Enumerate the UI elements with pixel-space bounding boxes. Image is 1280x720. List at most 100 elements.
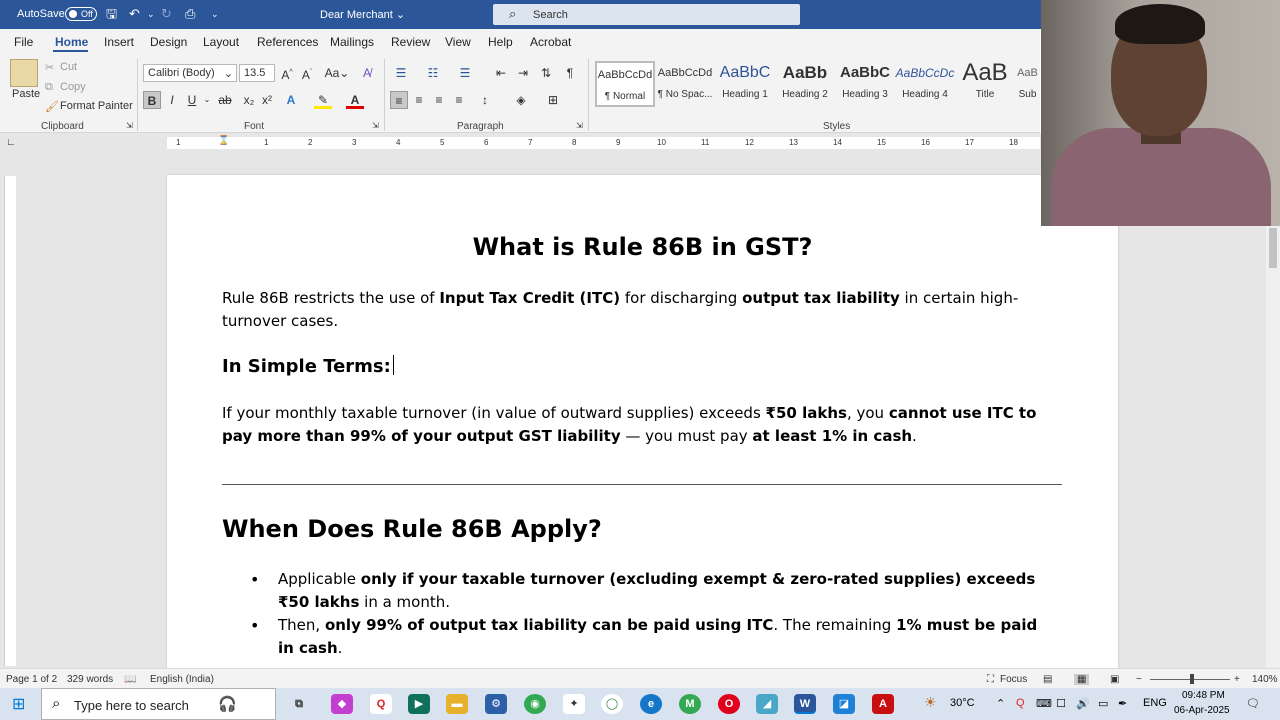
opera-icon[interactable]: O	[718, 694, 740, 714]
multilevel-list-icon[interactable]: ☰	[456, 64, 474, 82]
format-painter-icon[interactable]: 🖌	[45, 100, 59, 113]
windows-start-icon[interactable]: ⊞	[12, 694, 25, 714]
subscript-button[interactable]: x₂	[240, 91, 258, 109]
font-launcher-icon[interactable]: ⇲	[372, 121, 379, 130]
undo-dropdown-icon[interactable]: ⌄	[147, 6, 155, 22]
align-right-button[interactable]: ≡	[430, 91, 448, 109]
focus-icon[interactable]: ⛶	[987, 674, 994, 685]
font-color-icon[interactable]: A	[346, 91, 364, 109]
vertical-scrollbar[interactable]	[1266, 226, 1280, 668]
font-size-select[interactable]: 13.5	[239, 64, 275, 82]
language-indicator[interactable]: English (India)	[150, 674, 214, 685]
style-title[interactable]: AaB Title	[955, 61, 1015, 107]
undo-icon[interactable]: ↶	[129, 6, 140, 22]
proofing-icon[interactable]: 📖	[124, 674, 136, 685]
tab-mailings[interactable]: Mailings	[330, 35, 374, 49]
chrome-icon[interactable]: ◉	[524, 694, 546, 714]
print-layout-icon[interactable]: ▦	[1074, 674, 1090, 685]
clock-date[interactable]: 06-Apr-2025	[1174, 705, 1230, 716]
focus-label[interactable]: Focus	[1000, 674, 1027, 685]
tab-layout[interactable]: Layout	[203, 35, 239, 49]
tray-app-icon[interactable]: Q	[1016, 697, 1025, 709]
language-tray[interactable]: ENG	[1143, 697, 1167, 709]
line-spacing-icon[interactable]: ↕	[476, 91, 494, 109]
paste-icon[interactable]	[10, 59, 38, 87]
clock-time[interactable]: 09:48 PM	[1182, 690, 1225, 701]
zoom-out-icon[interactable]: −	[1136, 674, 1142, 685]
autosave-toggle[interactable]: Off	[65, 7, 97, 21]
tab-view[interactable]: View	[445, 35, 471, 49]
sort-icon[interactable]: ⇅	[537, 64, 555, 82]
cut-label[interactable]: Cut	[60, 61, 77, 73]
copilot-app-icon[interactable]: ◆	[331, 694, 353, 714]
list-item[interactable]: Then, only 99% of output tax liability c…	[250, 614, 1050, 660]
zoom-in-icon[interactable]: +	[1234, 674, 1240, 685]
bullets-icon[interactable]: ☰	[392, 64, 410, 82]
task-view-icon[interactable]: ⧉	[288, 694, 310, 714]
style-normal[interactable]: AaBbCcDd ¶ Normal	[595, 61, 655, 107]
tab-review[interactable]: Review	[391, 35, 430, 49]
app-settings-icon[interactable]: ⚙	[485, 694, 507, 714]
text-effects-icon[interactable]: A	[282, 91, 300, 109]
borders-icon[interactable]: ⊞	[544, 91, 562, 109]
document-page[interactable]: What is Rule 86B in GST? Rule 86B restri…	[167, 175, 1118, 668]
customize-toolbar-icon[interactable]: ⌄	[211, 6, 219, 22]
chrome-profile-icon[interactable]: M	[679, 694, 701, 714]
clipboard-launcher-icon[interactable]: ⇲	[126, 121, 133, 130]
weather-icon[interactable]: ☀	[924, 694, 937, 711]
justify-button[interactable]: ≡	[450, 91, 468, 109]
document-title[interactable]: Dear Merchant ⌄	[320, 8, 405, 21]
app-green-icon[interactable]: ▶	[408, 694, 430, 714]
redo-icon[interactable]: ↻	[161, 6, 172, 22]
print-icon[interactable]: ⎙	[185, 6, 195, 22]
indent-marker-icon[interactable]: ⌛	[218, 135, 229, 146]
strikethrough-button[interactable]: ab	[216, 91, 234, 109]
style-heading-2[interactable]: AaBb Heading 2	[775, 61, 835, 107]
copy-label[interactable]: Copy	[60, 81, 86, 93]
cut-icon[interactable]: ✂	[45, 61, 54, 74]
format-painter-label[interactable]: Format Painter	[60, 100, 133, 112]
file-explorer-icon[interactable]: ▬	[446, 694, 468, 714]
tab-insert[interactable]: Insert	[104, 35, 134, 49]
tab-help[interactable]: Help	[488, 35, 513, 49]
notifications-icon[interactable]: 🗨	[1246, 697, 1260, 710]
list-item[interactable]: Applicable only if your taxable turnover…	[250, 568, 1050, 614]
intro-paragraph[interactable]: Rule 86B restricts the use of Input Tax …	[222, 287, 1062, 333]
style-heading-4[interactable]: AaBbCcDc Heading 4	[895, 61, 955, 107]
paragraph-launcher-icon[interactable]: ⇲	[576, 121, 583, 130]
tab-selector-icon[interactable]: ∟	[6, 137, 16, 148]
apply-heading[interactable]: When Does Rule 86B Apply?	[222, 515, 602, 543]
zoom-level[interactable]: 140%	[1252, 674, 1278, 685]
network-icon[interactable]: ☐	[1056, 697, 1066, 710]
clear-formatting-icon[interactable]: A̸	[358, 64, 376, 82]
superscript-button[interactable]: x²	[258, 91, 276, 109]
tray-device-icon[interactable]: ⌨	[1036, 697, 1052, 710]
font-family-select[interactable]: Calibri (Body) ⌄	[143, 64, 237, 82]
style-heading-3[interactable]: AaBbC Heading 3	[835, 61, 895, 107]
grow-font-icon[interactable]: A^	[278, 64, 296, 82]
change-case-icon[interactable]: Aa⌄	[324, 64, 350, 82]
taskbar-search[interactable]: ⌕ Type here to search 🎧	[41, 688, 276, 720]
web-layout-icon[interactable]: ▣	[1110, 674, 1119, 685]
tab-file[interactable]: File	[14, 35, 33, 49]
italic-button[interactable]: I	[163, 91, 181, 109]
tab-references[interactable]: References	[257, 35, 318, 49]
style-no-spacing[interactable]: AaBbCcDd ¶ No Spac...	[655, 61, 715, 107]
search-box[interactable]: ⌕ Search	[493, 4, 800, 25]
paste-label[interactable]: Paste	[12, 88, 40, 100]
volume-icon[interactable]: 🔊	[1076, 697, 1090, 710]
vertical-ruler[interactable]	[4, 176, 16, 666]
simple-terms-paragraph[interactable]: If your monthly taxable turnover (in val…	[222, 402, 1062, 448]
zoom-slider-thumb[interactable]	[1190, 674, 1194, 684]
scrollbar-thumb[interactable]	[1269, 228, 1277, 268]
tab-home[interactable]: Home	[55, 35, 88, 49]
pen-icon[interactable]: ✒	[1118, 697, 1127, 710]
app-circle-icon[interactable]: ◯	[601, 694, 623, 714]
page-count[interactable]: Page 1 of 2	[6, 674, 57, 685]
numbering-icon[interactable]: ☷	[424, 64, 442, 82]
increase-indent-icon[interactable]: ⇥	[514, 64, 532, 82]
app-blue-icon[interactable]: ◢	[756, 694, 778, 714]
word-taskbar-icon[interactable]: W	[794, 694, 816, 714]
read-mode-icon[interactable]: ▤	[1043, 674, 1052, 685]
shading-icon[interactable]: ◈	[512, 91, 530, 109]
